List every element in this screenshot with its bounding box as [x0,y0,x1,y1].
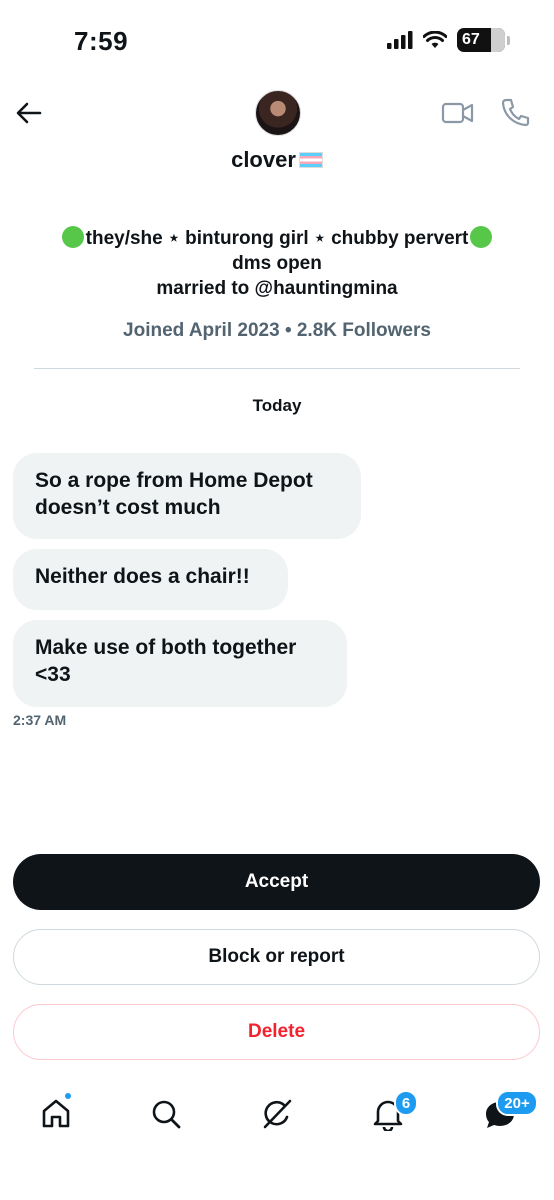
search-icon [152,1100,181,1129]
video-call-icon [441,102,474,124]
status-time: 7:59 [74,26,129,56]
conversation-header: clover [0,80,554,190]
back-button[interactable] [12,96,46,130]
bio-line-2: dms open [232,253,322,274]
green-heart-emoji [470,226,493,248]
phone-icon [501,98,530,127]
tab-grok[interactable] [257,1094,297,1134]
battery-level: 67 [462,31,480,48]
back-arrow-icon [16,102,42,124]
battery-indicator: 67 [457,28,505,52]
message-bubble[interactable]: Neither does a chair!! [13,549,288,610]
block-or-report-button[interactable]: Block or report [13,929,540,985]
profile-name-row[interactable]: clover [0,147,554,173]
tab-home[interactable] [36,1092,76,1134]
battery-tip [507,35,510,45]
tab-messages[interactable]: 20+ [480,1090,538,1134]
avatar[interactable] [255,90,301,136]
accept-button[interactable]: Accept [13,854,540,910]
profile-bio: they/she ⋆ binturong girl ⋆ chubby perve… [0,226,554,301]
divider [34,368,520,369]
tab-search[interactable] [146,1094,186,1134]
day-label: Today [252,396,302,415]
notifications-badge: 6 [394,1090,418,1116]
message-timestamp: 2:37 AM [13,712,67,728]
bio-line-1: they/she ⋆ binturong girl ⋆ chubby perve… [0,226,554,251]
bio-text: they/she ⋆ binturong girl ⋆ chubby perve… [85,228,469,249]
message-bubble[interactable]: So a rope from Home Depot doesn’t cost m… [13,453,361,539]
trans-flag-emoji [298,152,323,168]
delete-button[interactable]: Delete [13,1004,540,1060]
wifi-icon [423,31,447,48]
grok-icon [263,1099,292,1129]
profile-meta: Joined April 2023 • 2.8K Followers [123,320,431,341]
green-heart-emoji [61,226,84,248]
tab-notifications[interactable]: 6 [368,1090,418,1134]
status-bar: 7:59 67 [0,0,554,80]
profile-name: clover [231,147,296,172]
video-call-button[interactable] [441,98,475,128]
status-icons: 67 [387,28,510,52]
messages-badge: 20+ [496,1090,538,1116]
bottom-tab-bar: 6 20+ [0,1080,554,1160]
home-icon [42,1099,70,1128]
cellular-signal-icon [387,31,413,49]
bio-line-3: married to @hauntingmina [156,278,398,299]
phone-call-button[interactable] [499,96,531,128]
message-bubble[interactable]: Make use of both together <33 [13,620,347,707]
home-unread-dot [64,1092,72,1100]
